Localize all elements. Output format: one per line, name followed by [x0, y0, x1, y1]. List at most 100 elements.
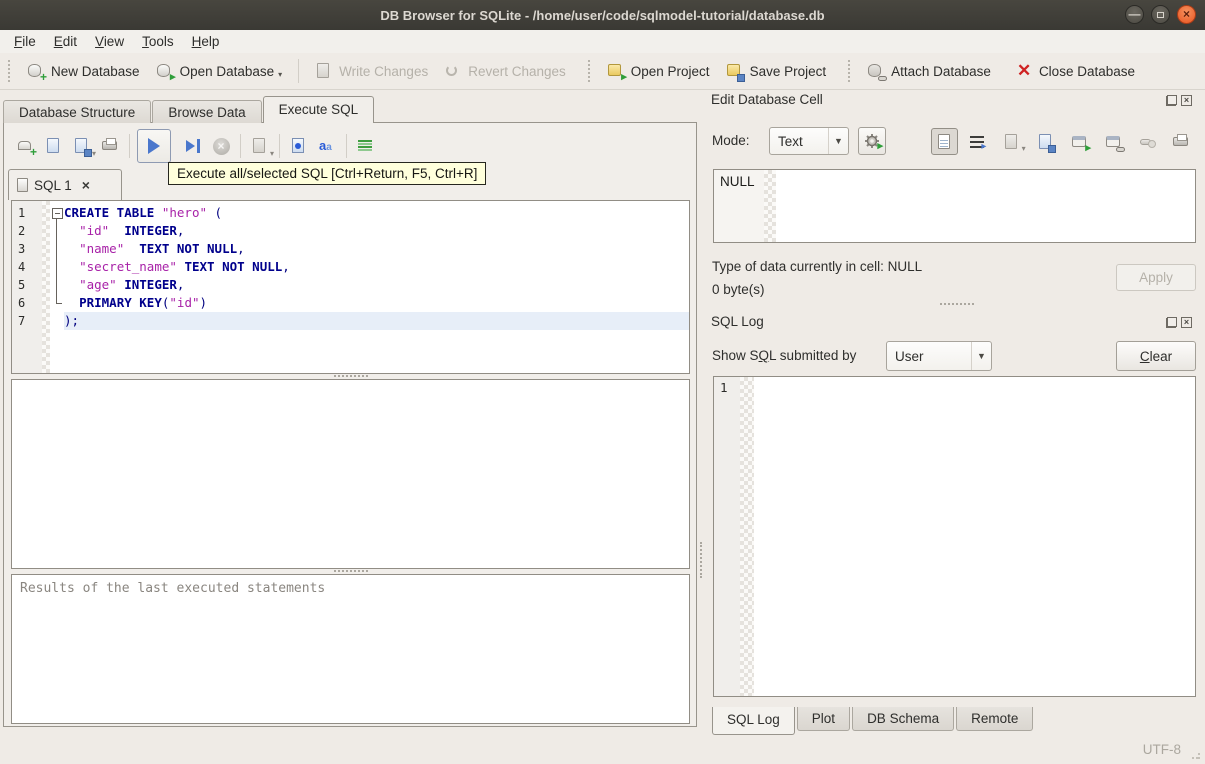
save-as-icon [1037, 133, 1057, 153]
open-external-button[interactable]: ▸ [1066, 128, 1093, 155]
text-mode-button[interactable] [931, 128, 958, 155]
cell-editor-area[interactable]: NULL [713, 169, 1196, 243]
import-icon [1003, 133, 1021, 151]
maximize-icon [1157, 12, 1164, 18]
tab-plot[interactable]: Plot [796, 707, 851, 731]
menu-tools[interactable]: Tools [133, 32, 183, 51]
editor-results-splitter[interactable] [334, 375, 368, 377]
sql-toolbar-separator [279, 134, 280, 158]
close-database-button[interactable]: ✕ Close Database [1007, 58, 1143, 84]
tab-db-schema[interactable]: DB Schema [852, 707, 955, 731]
dock-splitter[interactable] [940, 303, 974, 305]
sql-toolbar: + ▾ × ▾ aa [12, 128, 380, 164]
menu-file[interactable]: File [5, 32, 45, 51]
print-icon [101, 137, 119, 155]
sql-log-gutter [714, 377, 740, 696]
play-icon [148, 138, 160, 154]
open-sql-file-button[interactable] [40, 132, 68, 160]
sql-log-filter-value: User [895, 348, 924, 364]
sql-log-area[interactable]: 1 [713, 376, 1196, 697]
execute-all-button[interactable] [137, 129, 171, 163]
word-wrap-button[interactable] [965, 128, 992, 155]
revert-changes-button[interactable]: Revert Changes [436, 58, 574, 84]
autocomplete-button[interactable]: aa [313, 132, 341, 160]
tab-sql-log[interactable]: SQL Log [712, 707, 795, 735]
cell-editor-fold-margin [764, 170, 776, 242]
close-panel-icon[interactable]: × [1181, 95, 1192, 106]
toolbar-drag-handle[interactable] [8, 60, 13, 82]
set-null-button[interactable] [1134, 128, 1161, 155]
open-database-button[interactable]: ▸ Open Database ▾ [148, 58, 291, 84]
sql-log-dock-buttons: × [1166, 317, 1192, 328]
cell-value: NULL [720, 174, 755, 189]
toolbar-separator [298, 59, 300, 83]
save-project-icon [726, 62, 745, 82]
import-cell-button[interactable]: ▾ [999, 128, 1026, 155]
new-tab-icon: + [17, 137, 37, 158]
save-project-button[interactable]: Save Project [718, 58, 835, 84]
close-sql-tab-icon[interactable]: × [82, 177, 90, 193]
execute-line-button[interactable] [179, 132, 207, 160]
save-file-icon [73, 137, 92, 157]
print-cell-button[interactable] [1168, 128, 1195, 155]
copy-link-button[interactable] [1100, 128, 1127, 155]
sql-editor[interactable]: 1 CREATE TABLE "hero" (2 "id" INTEGER, 3 "… [11, 200, 690, 374]
tab-browse-data[interactable]: Browse Data [152, 100, 262, 123]
write-changes-button[interactable]: Write Changes [307, 58, 436, 84]
sql-log-line-number: 1 [720, 380, 728, 395]
float-panel-icon[interactable] [1166, 317, 1177, 328]
menubar: File Edit View Tools Help [0, 30, 1205, 53]
results-grid-pane[interactable] [11, 379, 690, 569]
new-database-button[interactable]: + New Database [19, 58, 148, 84]
save-sql-file-button[interactable]: ▾ [68, 132, 96, 160]
mode-combobox[interactable]: Text ▼ [769, 127, 849, 155]
maximize-button[interactable] [1151, 5, 1170, 24]
export-cell-button[interactable] [1033, 128, 1060, 155]
edit-cell-dock-title: Edit Database Cell [711, 92, 823, 107]
print-sql-button[interactable] [96, 132, 124, 160]
tab-database-structure[interactable]: Database Structure [3, 100, 152, 123]
attach-database-icon [867, 62, 888, 81]
toolbar-drag-handle[interactable] [587, 60, 593, 82]
execute-tooltip: Execute all/selected SQL [Ctrl+Return, F… [168, 162, 487, 185]
play-bar-icon [197, 139, 200, 153]
clear-log-button[interactable]: Clear [1116, 341, 1196, 371]
find-button[interactable] [285, 132, 313, 160]
stop-button[interactable]: × [207, 132, 235, 160]
apply-button[interactable]: Apply [1116, 264, 1196, 291]
tab-execute-sql[interactable]: Execute SQL [262, 96, 375, 123]
toolbar-drag-handle[interactable] [848, 60, 853, 82]
edit-cell-dock-buttons: × [1166, 95, 1192, 106]
attach-database-button[interactable]: Attach Database [859, 58, 999, 84]
open-in-app-icon: ▸ [1071, 133, 1091, 154]
sql-document-tab[interactable]: SQL 1 × [8, 169, 122, 200]
sql-tab-label: SQL 1 [34, 177, 72, 193]
new-database-icon: + [27, 62, 47, 83]
sql-log-filter-combobox[interactable]: User ▼ [886, 341, 992, 371]
window-title: DB Browser for SQLite - /home/user/code/… [380, 7, 825, 23]
close-button[interactable]: × [1177, 5, 1196, 24]
print-icon [1172, 133, 1190, 151]
resize-grip[interactable] [1191, 750, 1201, 760]
menu-edit[interactable]: Edit [45, 32, 86, 51]
minimize-button[interactable]: — [1125, 5, 1144, 24]
main-vertical-splitter[interactable] [700, 542, 702, 578]
open-file-icon [45, 137, 63, 155]
new-sql-tab-button[interactable]: + [12, 132, 40, 160]
apply-settings-button[interactable]: ▸ [858, 127, 886, 155]
execution-log-pane[interactable]: Results of the last executed statements [11, 574, 690, 724]
autocomplete-icon: aa [319, 138, 332, 153]
play-to-line-icon [186, 140, 195, 152]
tab-remote[interactable]: Remote [956, 707, 1034, 731]
save-results-dropdown-icon: ▾ [269, 149, 274, 158]
results-log-splitter[interactable] [334, 570, 368, 572]
close-panel-icon[interactable]: × [1181, 317, 1192, 328]
menu-view[interactable]: View [86, 32, 133, 51]
float-panel-icon[interactable] [1166, 95, 1177, 106]
open-project-button[interactable]: ▸ Open Project [599, 58, 718, 84]
open-database-dropdown-icon[interactable]: ▾ [278, 70, 282, 79]
format-sql-button[interactable] [352, 132, 380, 160]
save-results-button[interactable]: ▾ [246, 132, 274, 160]
import-dropdown-icon: ▾ [1021, 144, 1026, 153]
menu-help[interactable]: Help [183, 32, 229, 51]
